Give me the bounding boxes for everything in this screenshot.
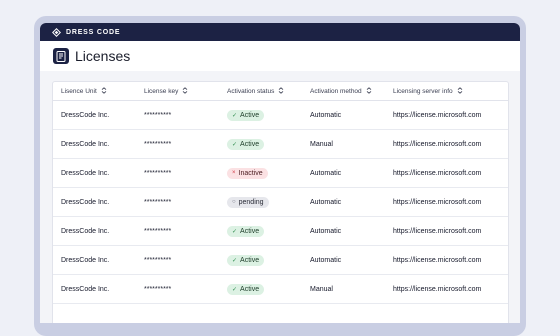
column-header-label: Activation status bbox=[227, 88, 275, 95]
status-label: Active bbox=[240, 140, 260, 148]
check-icon: ✓ bbox=[232, 257, 238, 264]
column-activation-method[interactable]: Activation method bbox=[302, 82, 385, 101]
column-header-label: Lisence Unit bbox=[61, 88, 97, 95]
activation-status-cell: ✓ Active bbox=[219, 100, 302, 130]
activation-status-cell: ✓ Active bbox=[219, 245, 302, 275]
logo-icon bbox=[52, 27, 61, 37]
status-badge: ✓ Active bbox=[227, 254, 265, 266]
license-unit-cell: DressCode Inc. bbox=[53, 158, 136, 188]
column-license-key[interactable]: License key bbox=[136, 82, 219, 101]
activation-method-cell: Automatic bbox=[302, 158, 385, 188]
content-area: Lisence Unit License key Activation status… bbox=[40, 71, 520, 323]
sort-icon[interactable] bbox=[457, 87, 463, 94]
license-key-cell: ********** bbox=[136, 129, 219, 159]
sort-icon[interactable] bbox=[366, 87, 372, 94]
licensing-server-cell: https://license.microsoft.com bbox=[385, 274, 508, 304]
page-header: Licenses bbox=[40, 41, 520, 71]
table-row[interactable]: DressCode Inc. ********** ✓ Active Manual htt… bbox=[53, 129, 508, 159]
licenses-table-card: Lisence Unit License key Activation status… bbox=[52, 81, 509, 323]
top-navbar: DRESS CODE bbox=[40, 23, 520, 41]
license-unit-cell: DressCode Inc. bbox=[53, 187, 136, 217]
table-header-row: Lisence Unit License key Activation status… bbox=[53, 82, 508, 101]
license-unit-cell: DressCode Inc. bbox=[53, 129, 136, 159]
license-key-cell: ********** bbox=[136, 245, 219, 275]
app-window: DRESS CODE Licenses Lisence Unit License … bbox=[40, 23, 520, 323]
licensing-server-cell: https://license.microsoft.com bbox=[385, 129, 508, 159]
status-badge: ✓ Active bbox=[227, 283, 265, 295]
activation-method-cell: Automatic bbox=[302, 100, 385, 130]
license-key-cell: ********** bbox=[136, 216, 219, 246]
status-badge: ✓ Active bbox=[227, 225, 265, 237]
check-icon: ✓ bbox=[232, 141, 238, 148]
licensing-server-cell: https://license.microsoft.com bbox=[385, 216, 508, 246]
check-icon: ✓ bbox=[232, 286, 238, 293]
status-label: Active bbox=[240, 111, 260, 119]
activation-method-cell: Automatic bbox=[302, 216, 385, 246]
table-row[interactable]: DressCode Inc. ********** ✓ Active Automatic… bbox=[53, 100, 508, 130]
status-badge: ○ pending bbox=[227, 196, 269, 208]
license-key-cell: ********** bbox=[136, 274, 219, 304]
activation-status-cell: ✓ Active bbox=[219, 216, 302, 246]
sort-icon[interactable] bbox=[278, 87, 284, 94]
check-icon: ✓ bbox=[232, 228, 238, 235]
column-header-label: Licensing server info bbox=[393, 88, 453, 95]
activation-method-cell: Manual bbox=[302, 129, 385, 159]
activation-status-cell: ○ pending bbox=[219, 187, 302, 217]
status-badge: ✓ Active bbox=[227, 138, 265, 150]
license-unit-cell: DressCode Inc. bbox=[53, 100, 136, 130]
license-unit-cell: DressCode Inc. bbox=[53, 216, 136, 246]
check-icon: ✓ bbox=[232, 112, 238, 119]
column-licensing-server-info[interactable]: Licensing server info bbox=[385, 82, 508, 101]
activation-method-cell: Automatic bbox=[302, 187, 385, 217]
license-key-cell: ********** bbox=[136, 158, 219, 188]
page-title: Licenses bbox=[75, 48, 131, 64]
licensing-server-cell: https://license.microsoft.com bbox=[385, 158, 508, 188]
status-label: Inactive bbox=[238, 169, 263, 177]
status-label: pending bbox=[238, 198, 264, 206]
activation-method-cell: Automatic bbox=[302, 245, 385, 275]
license-document-icon bbox=[53, 48, 69, 64]
table-row[interactable]: DressCode Inc. ********** ✓ Active Manual htt… bbox=[53, 274, 508, 304]
sort-icon[interactable] bbox=[182, 87, 188, 94]
status-label: Active bbox=[240, 256, 260, 264]
activation-status-cell: × Inactive bbox=[219, 158, 302, 188]
column-activation-status[interactable]: Activation status bbox=[219, 82, 302, 101]
licensing-server-cell: https://license.microsoft.com bbox=[385, 100, 508, 130]
licenses-table: Lisence Unit License key Activation status… bbox=[53, 82, 508, 304]
activation-status-cell: ✓ Active bbox=[219, 129, 302, 159]
column-license-unit[interactable]: Lisence Unit bbox=[53, 82, 136, 101]
table-row[interactable]: DressCode Inc. ********** ✓ Active Automatic… bbox=[53, 216, 508, 246]
licensing-server-cell: https://license.microsoft.com bbox=[385, 245, 508, 275]
licensing-server-cell: https://license.microsoft.com bbox=[385, 187, 508, 217]
status-label: Active bbox=[240, 285, 260, 293]
license-key-cell: ********** bbox=[136, 100, 219, 130]
column-header-label: License key bbox=[144, 88, 179, 95]
table-body: DressCode Inc. ********** ✓ Active Automatic… bbox=[53, 100, 508, 304]
license-unit-cell: DressCode Inc. bbox=[53, 274, 136, 304]
status-label: Active bbox=[240, 227, 260, 235]
table-row[interactable]: DressCode Inc. ********** ✓ Active Automatic… bbox=[53, 245, 508, 275]
column-header-label: Activation method bbox=[310, 88, 362, 95]
sort-icon[interactable] bbox=[101, 87, 107, 94]
table-row[interactable]: DressCode Inc. ********** × Inactive Automat… bbox=[53, 158, 508, 188]
x-icon: × bbox=[232, 170, 236, 176]
activation-method-cell: Manual bbox=[302, 274, 385, 304]
table-row[interactable]: DressCode Inc. ********** ○ pending Automati… bbox=[53, 187, 508, 217]
license-key-cell: ********** bbox=[136, 187, 219, 217]
license-unit-cell: DressCode Inc. bbox=[53, 245, 136, 275]
activation-status-cell: ✓ Active bbox=[219, 274, 302, 304]
status-badge: × Inactive bbox=[227, 167, 268, 179]
brand-name[interactable]: DRESS CODE bbox=[66, 29, 120, 36]
status-badge: ✓ Active bbox=[227, 109, 265, 121]
circle-icon: ○ bbox=[232, 199, 236, 205]
